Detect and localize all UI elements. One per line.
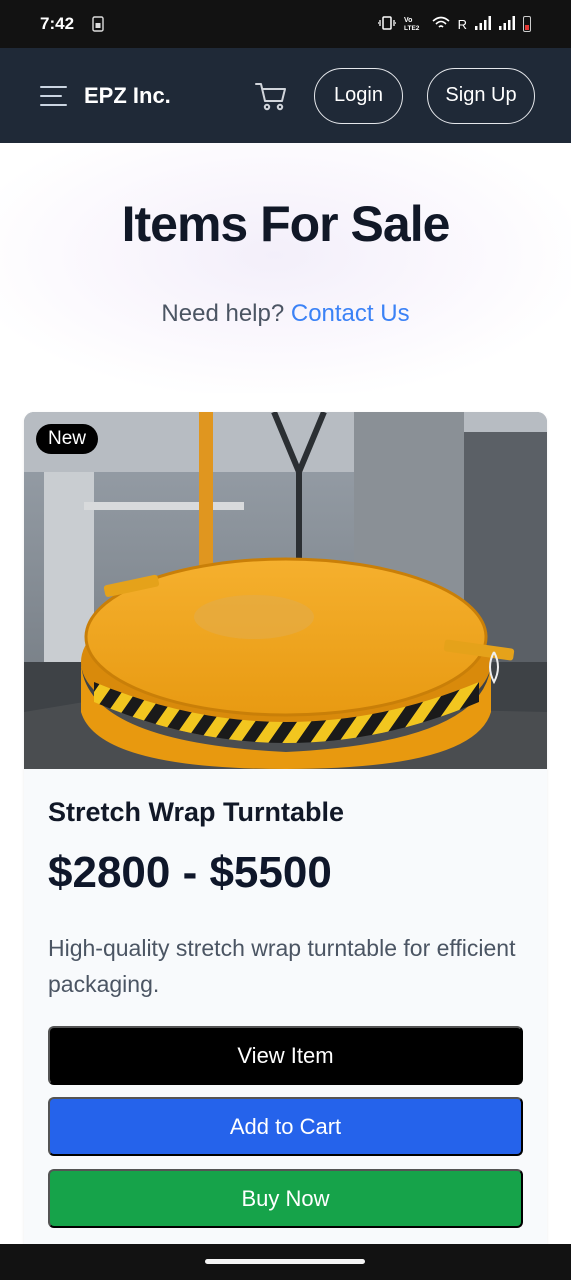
network-label: R xyxy=(457,16,467,32)
contact-us-link[interactable]: Contact Us xyxy=(291,300,410,327)
product-title[interactable]: Stretch Wrap Turntable xyxy=(48,797,344,828)
status-icons: Vo LTE2 R xyxy=(376,15,531,34)
page-title: Items For Sale xyxy=(121,196,451,252)
product-image[interactable]: New xyxy=(24,412,547,769)
signup-button[interactable]: Sign Up xyxy=(427,67,535,124)
status-bar: 7:42 Vo LTE2 R xyxy=(0,0,571,48)
status-time: 7:42 xyxy=(40,14,75,33)
home-indicator[interactable] xyxy=(205,1259,365,1264)
help-label: Need help? xyxy=(161,300,285,327)
navigation-bar xyxy=(0,1244,571,1280)
wifi-icon xyxy=(432,16,450,33)
signal-icon xyxy=(475,15,491,33)
signal-icon xyxy=(499,15,515,33)
view-item-button[interactable]: View Item xyxy=(48,1026,523,1085)
navbar: EPZ Inc. Login Sign Up xyxy=(0,48,571,143)
product-price: $2800 - $5500 xyxy=(48,848,332,897)
menu-icon[interactable] xyxy=(40,85,67,106)
product-description: High-quality stretch wrap turntable for … xyxy=(48,935,516,997)
vibrate-icon xyxy=(376,15,397,33)
new-badge: New xyxy=(36,424,99,454)
help-text: Need help? Contact Us xyxy=(0,300,571,328)
buy-now-button[interactable]: Buy Now xyxy=(48,1169,523,1228)
sim-icon xyxy=(92,16,104,32)
add-to-cart-button[interactable]: Add to Cart xyxy=(48,1097,523,1156)
volte-icon: Vo LTE2 xyxy=(404,15,424,34)
brand-name[interactable]: EPZ Inc. xyxy=(84,83,171,109)
svg-text:Vo: Vo xyxy=(404,17,412,24)
hero-section: Items For Sale Need help? Contact Us xyxy=(0,143,571,393)
login-button[interactable]: Login xyxy=(314,67,403,124)
battery-low-icon xyxy=(523,16,531,32)
product-card: New Stretch Wrap Turntable $2800 - $5500… xyxy=(24,412,547,1252)
cart-icon[interactable] xyxy=(254,80,288,112)
svg-text:LTE2: LTE2 xyxy=(404,25,420,31)
